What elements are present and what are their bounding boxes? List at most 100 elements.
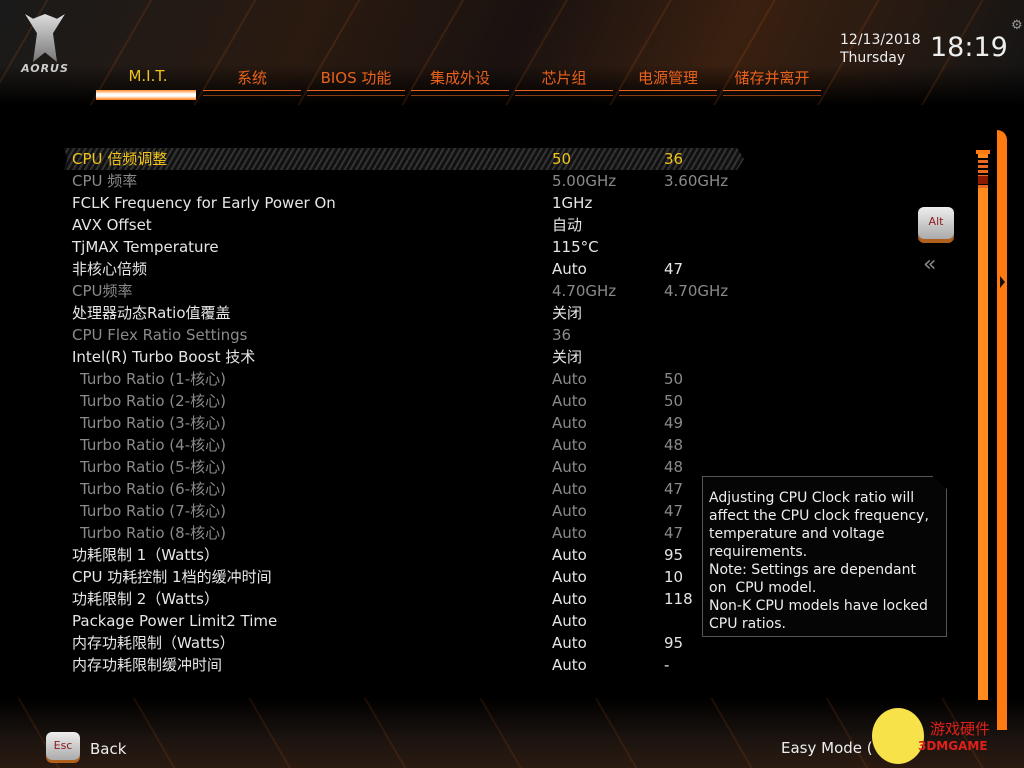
setting-value: Auto xyxy=(552,634,587,652)
setting-label: Turbo Ratio (6-核心) xyxy=(80,480,226,498)
setting-row[interactable]: Turbo Ratio (7-核心) Auto 47 xyxy=(64,500,744,522)
setting-value: 95 xyxy=(664,546,684,564)
setting-value: 47 xyxy=(664,260,684,278)
setting-row[interactable]: Intel(R) Turbo Boost 技术 关闭 xyxy=(64,346,744,368)
setting-label: CPU频率 xyxy=(72,282,133,300)
setting-label: Turbo Ratio (2-核心) xyxy=(80,392,226,410)
setting-label: CPU 频率 xyxy=(72,172,138,190)
setting-label: 非核心倍频 xyxy=(72,260,148,278)
setting-label: Intel(R) Turbo Boost 技术 xyxy=(72,348,256,366)
setting-value: 36 xyxy=(664,150,684,168)
setting-row[interactable]: 内存功耗限制缓冲时间 Auto - xyxy=(64,654,744,676)
setting-value: 49 xyxy=(664,414,684,432)
date-display: 12/13/2018 Thursday xyxy=(840,31,921,67)
setting-row[interactable]: TjMAX Temperature 115°C xyxy=(64,236,744,258)
side-panel-handle[interactable] xyxy=(997,130,1007,730)
setting-value: 48 xyxy=(664,458,684,476)
setting-row[interactable]: Turbo Ratio (6-核心) Auto 47 xyxy=(64,478,744,500)
setting-row[interactable]: Turbo Ratio (2-核心) Auto 50 xyxy=(64,390,744,412)
setting-value: 自动 xyxy=(552,216,583,234)
setting-value: 50 xyxy=(664,392,684,410)
setting-label: Turbo Ratio (8-核心) xyxy=(80,524,226,542)
setting-value: 115°C xyxy=(552,238,599,256)
setting-row[interactable]: Turbo Ratio (8-核心) Auto 47 xyxy=(64,522,744,544)
setting-value: 4.70GHz xyxy=(664,282,729,300)
watermark-line2: 3DMGAME xyxy=(918,739,988,753)
tab-3[interactable]: 集成外设 xyxy=(408,64,512,102)
back-label[interactable]: Back xyxy=(90,740,126,758)
setting-value: 关闭 xyxy=(552,304,583,322)
setting-value: 4.70GHz xyxy=(552,282,617,300)
double-chevron-left-icon[interactable]: « xyxy=(923,252,936,277)
setting-label: CPU Flex Ratio Settings xyxy=(72,326,248,344)
setting-row[interactable]: CPU 倍频调整 50 36 xyxy=(64,148,744,170)
setting-value: Auto xyxy=(552,546,587,564)
setting-label: 内存功耗限制缓冲时间 xyxy=(72,656,223,674)
setting-label: Turbo Ratio (7-核心) xyxy=(80,502,226,520)
setting-row[interactable]: Turbo Ratio (4-核心) Auto 48 xyxy=(64,434,744,456)
setting-value: 47 xyxy=(664,502,684,520)
setting-row[interactable]: Turbo Ratio (1-核心) Auto 50 xyxy=(64,368,744,390)
setting-value: 50 xyxy=(552,150,572,168)
setting-row[interactable]: FCLK Frequency for Early Power On 1GHz xyxy=(64,192,744,214)
weekday: Thursday xyxy=(840,50,906,66)
watermark-logo: 游戏硬件 3DMGAME xyxy=(866,706,1016,764)
setting-row[interactable]: 功耗限制 2（Watts） Auto 118 xyxy=(64,588,744,610)
setting-value: 50 xyxy=(664,370,684,388)
setting-value: Auto xyxy=(552,436,587,454)
setting-value: 118 xyxy=(664,590,693,608)
tab-2[interactable]: BIOS 功能 xyxy=(304,64,408,102)
alt-key-button[interactable]: Alt xyxy=(918,207,954,239)
setting-row[interactable]: CPU 功耗控制 1档的缓冲时间 Auto 10 xyxy=(64,566,744,588)
tab-6[interactable]: 储存并离开 xyxy=(720,64,824,102)
setting-value: Auto xyxy=(552,502,587,520)
setting-value: Auto xyxy=(552,414,587,432)
setting-row[interactable]: CPU频率 4.70GHz 4.70GHz xyxy=(64,280,744,302)
setting-row[interactable]: AVX Offset 自动 xyxy=(64,214,744,236)
aorus-logo: AORUS xyxy=(14,14,76,84)
tab-5[interactable]: 电源管理 xyxy=(616,64,720,102)
setting-label: 内存功耗限制（Watts） xyxy=(72,634,235,652)
setting-value: Auto xyxy=(552,524,587,542)
setting-value: Auto xyxy=(552,568,587,586)
main-tabs: M.I.T. 系统 BIOS 功能 集成外设 芯片组 电源管理 储存并离开 xyxy=(96,64,824,102)
watermark-line1: 游戏硬件 xyxy=(930,720,991,738)
setting-value: 关闭 xyxy=(552,348,583,366)
setting-label: FCLK Frequency for Early Power On xyxy=(72,194,336,212)
setting-value: 10 xyxy=(664,568,684,586)
scrollbar[interactable] xyxy=(976,150,990,700)
setting-value: 47 xyxy=(664,480,684,498)
tab-1[interactable]: 系统 xyxy=(200,64,304,102)
setting-row[interactable]: 非核心倍频 Auto 47 xyxy=(64,258,744,280)
setting-value: Auto xyxy=(552,480,587,498)
setting-value: 3.60GHz xyxy=(664,172,729,190)
setting-label: CPU 倍频调整 xyxy=(72,150,168,168)
tab-0[interactable]: M.I.T. xyxy=(96,64,200,102)
help-tooltip: Adjusting CPU Clock ratio will affect th… xyxy=(702,476,947,637)
gear-icon[interactable]: ⚙ xyxy=(1011,18,1023,33)
tab-4[interactable]: 芯片组 xyxy=(512,64,616,102)
setting-row[interactable]: 处理器动态Ratio值覆盖 关闭 xyxy=(64,302,744,324)
settings-list: CPU 倍频调整 50 36 CPU 频率 5.00GHz 3.60GHz FCLK Fre… xyxy=(64,148,744,676)
setting-value: 5.00GHz xyxy=(552,172,617,190)
setting-row[interactable]: Turbo Ratio (3-核心) Auto 49 xyxy=(64,412,744,434)
setting-value: 1GHz xyxy=(552,194,593,212)
setting-label: Turbo Ratio (5-核心) xyxy=(80,458,226,476)
setting-value: 47 xyxy=(664,524,684,542)
setting-value: Auto xyxy=(552,370,587,388)
setting-label: Turbo Ratio (4-核心) xyxy=(80,436,226,454)
setting-label: 处理器动态Ratio值覆盖 xyxy=(72,304,231,322)
setting-row[interactable]: CPU Flex Ratio Settings 36 xyxy=(64,324,744,346)
setting-value: 95 xyxy=(664,634,684,652)
setting-row[interactable]: Package Power Limit2 Time Auto xyxy=(64,610,744,632)
easy-mode-button[interactable]: Easy Mode ( xyxy=(781,739,873,757)
setting-value: Auto xyxy=(552,260,587,278)
date: 12/13/2018 xyxy=(840,32,921,48)
setting-row[interactable]: CPU 频率 5.00GHz 3.60GHz xyxy=(64,170,744,192)
setting-value: Auto xyxy=(552,392,587,410)
help-text: Adjusting CPU Clock ratio will affect th… xyxy=(709,490,929,632)
setting-row[interactable]: 内存功耗限制（Watts） Auto 95 xyxy=(64,632,744,654)
esc-key-button[interactable]: Esc xyxy=(46,732,80,760)
setting-row[interactable]: Turbo Ratio (5-核心) Auto 48 xyxy=(64,456,744,478)
setting-row[interactable]: 功耗限制 1（Watts） Auto 95 xyxy=(64,544,744,566)
